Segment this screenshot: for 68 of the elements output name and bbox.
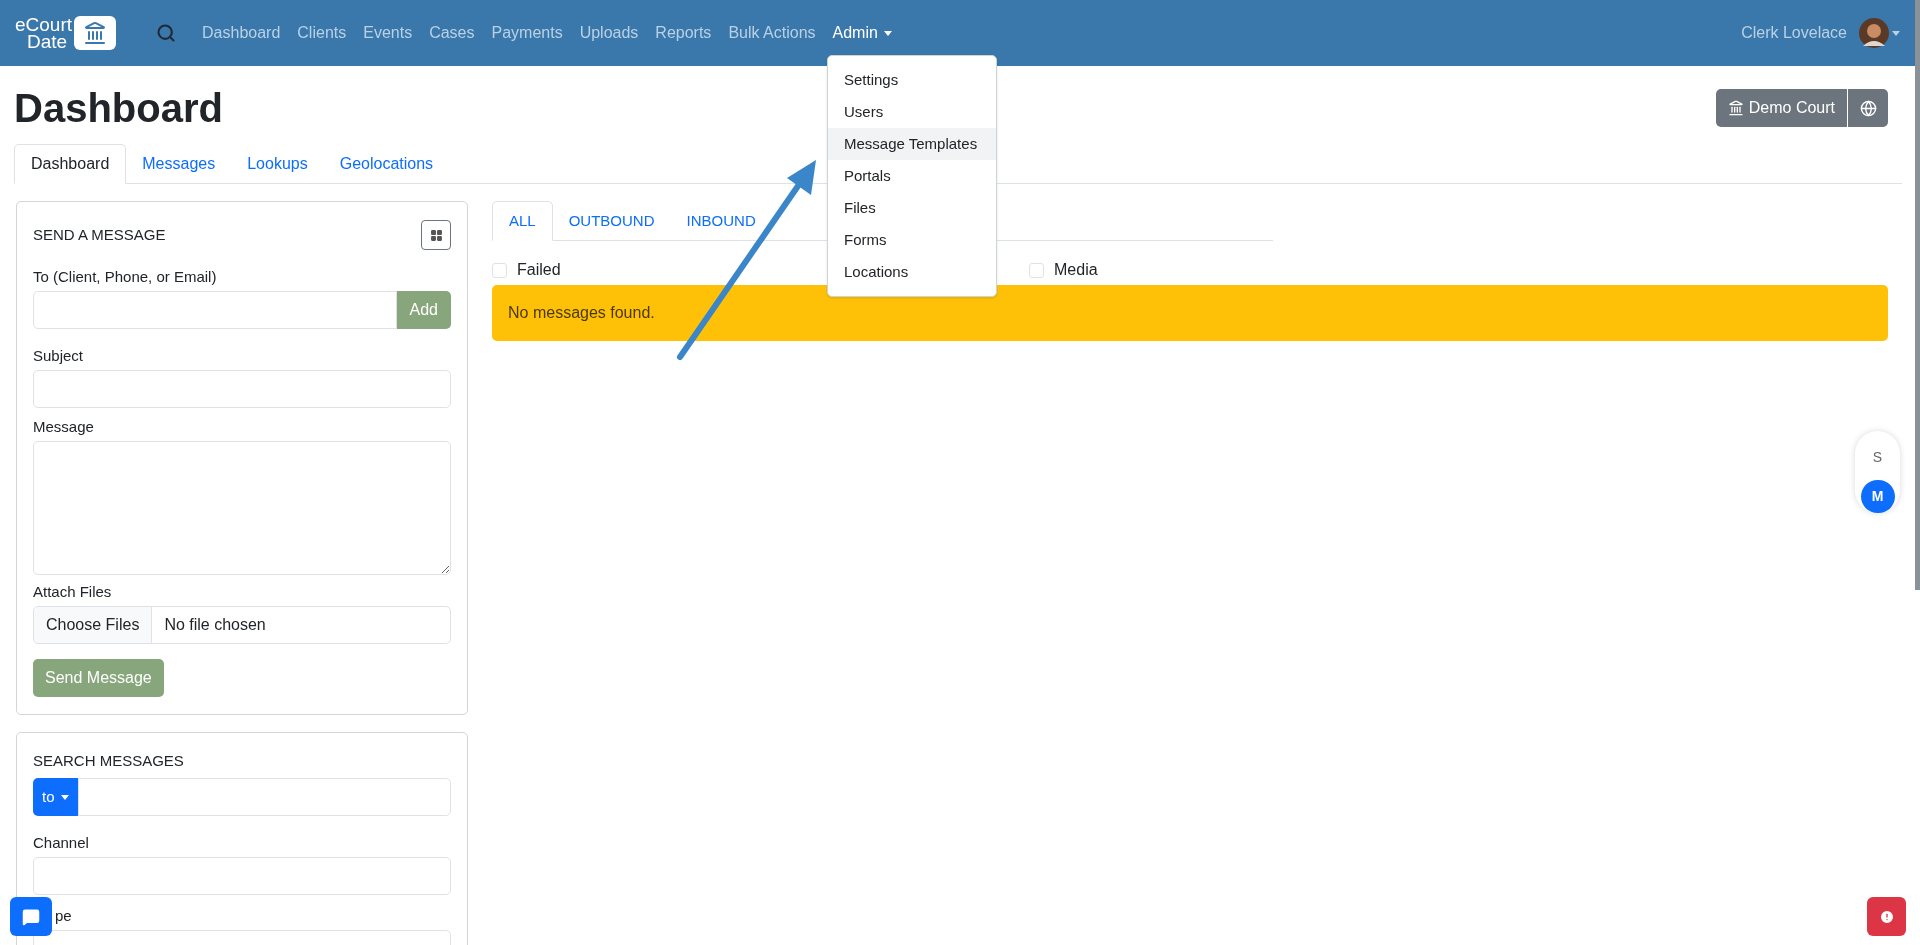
nav-link[interactable]: Clients — [297, 21, 347, 45]
field-label: Message — [33, 417, 95, 437]
card-title: SEARCH MESSAGES — [33, 751, 185, 771]
nav-link[interactable]: Payments — [491, 21, 563, 45]
file-status: No file chosen — [163, 615, 267, 635]
tab[interactable]: Dashboard — [14, 144, 127, 184]
globe-icon — [1859, 99, 1877, 117]
help-chat-button[interactable] — [10, 897, 52, 936]
tab[interactable]: Geolocations — [323, 144, 450, 184]
message-tab[interactable]: OUTBOUND — [552, 201, 671, 241]
field-label: pe — [54, 906, 73, 926]
input-field[interactable] — [33, 857, 451, 895]
nav-link[interactable]: Reports — [655, 21, 712, 45]
tab[interactable]: Messages — [126, 144, 232, 184]
menu-item[interactable]: Forms — [828, 224, 996, 256]
grid-icon — [429, 228, 443, 242]
size-option[interactable]: S — [1860, 441, 1895, 474]
logo-text: Date — [26, 33, 69, 50]
add-button[interactable]: Add — [396, 291, 451, 329]
choose-files-button[interactable]: Choose Files — [34, 607, 153, 643]
checkbox[interactable] — [492, 262, 507, 278]
send-message-button[interactable]: Send Message — [33, 659, 164, 697]
message-tab[interactable]: INBOUND — [670, 201, 772, 241]
logo[interactable]: eCourt Date — [15, 16, 117, 50]
menu-item[interactable]: Locations — [828, 256, 996, 288]
card-title: SEND A MESSAGE — [33, 224, 166, 245]
nav-link[interactable]: Bulk Actions — [728, 21, 816, 45]
search-field[interactable] — [77, 778, 451, 816]
field-label: Channel — [33, 833, 90, 853]
menu-item[interactable]: Users — [828, 96, 996, 128]
avatar[interactable] — [1859, 18, 1889, 48]
court-button[interactable]: Demo Court — [1715, 89, 1847, 127]
message-field[interactable] — [33, 441, 451, 575]
alert-icon — [1878, 908, 1895, 925]
nav-link[interactable]: Uploads — [579, 21, 639, 45]
nav-link[interactable]: Admin — [832, 21, 892, 45]
nav-link[interactable]: Events — [363, 21, 413, 45]
checkbox[interactable] — [1029, 262, 1044, 278]
menu-item[interactable]: Message Templates — [828, 128, 996, 160]
input-field[interactable] — [33, 291, 397, 329]
file-input[interactable]: Choose Files No file chosen — [33, 606, 451, 644]
filter-dropdown-button[interactable]: to — [33, 778, 78, 816]
checkbox-label: Failed — [517, 260, 561, 280]
search-icon[interactable] — [156, 23, 177, 43]
message-tab[interactable]: ALL — [492, 201, 553, 241]
courthouse-icon — [83, 21, 108, 45]
nav-link[interactable]: Dashboard — [202, 21, 281, 45]
size-option[interactable]: M — [1860, 480, 1895, 513]
menu-item[interactable]: Files — [828, 192, 996, 224]
menu-item[interactable]: Settings — [828, 64, 996, 96]
user-name[interactable]: Clerk Lovelace — [1741, 21, 1847, 45]
nav-link[interactable]: Cases — [429, 21, 475, 45]
tab[interactable]: Lookups — [231, 144, 324, 184]
field-label: Subject — [33, 346, 85, 366]
grid-button[interactable] — [421, 220, 451, 250]
alert-text: No messages found. — [508, 303, 655, 323]
input-field[interactable] — [33, 370, 451, 408]
courthouse-icon — [1727, 100, 1744, 116]
checkbox-label: Media — [1054, 260, 1098, 280]
field-label: Attach Files — [33, 582, 113, 602]
alert-button[interactable] — [1867, 897, 1906, 936]
globe-button[interactable] — [1848, 89, 1888, 127]
logo-text: eCourt — [15, 16, 73, 33]
page-title: Dashboard — [14, 85, 223, 132]
menu-item[interactable]: Portals — [828, 160, 996, 192]
chat-icon — [22, 907, 40, 926]
caret-icon — [1892, 30, 1900, 36]
field-label: To (Client, Phone, or Email) — [33, 267, 218, 287]
